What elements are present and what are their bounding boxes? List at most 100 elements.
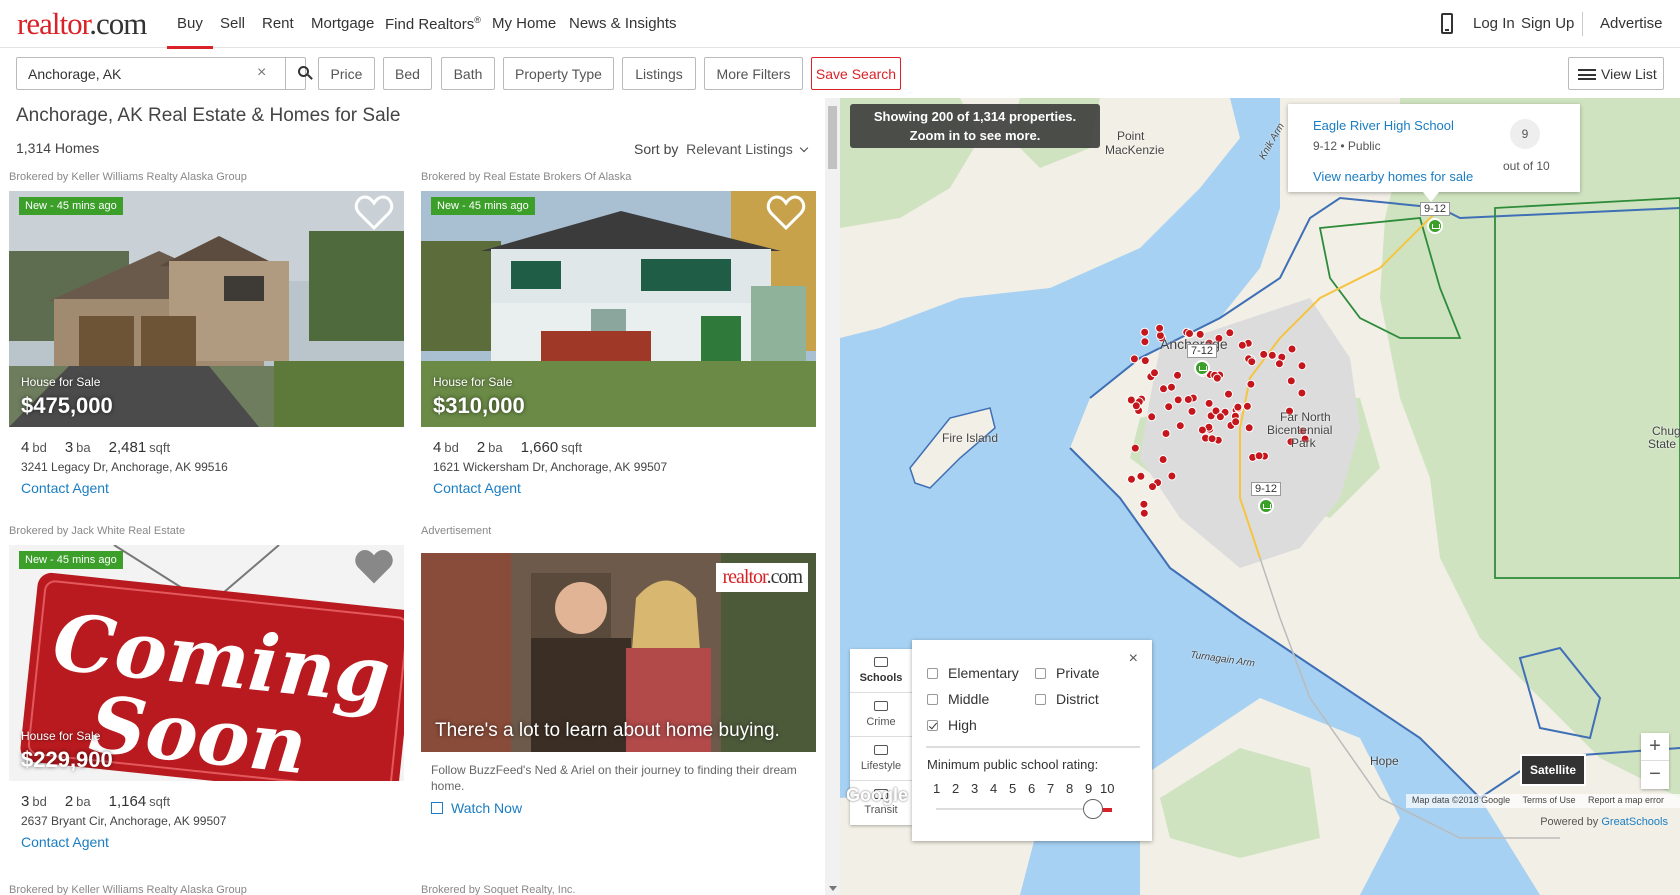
listing-marker[interactable]	[1197, 425, 1207, 435]
listing-address[interactable]: 1621 Wickersham Dr, Anchorage, AK 99507	[421, 460, 816, 474]
school-pin[interactable]: 9-12	[1420, 202, 1451, 234]
listing-marker[interactable]	[1136, 471, 1146, 481]
advertisement-card[interactable]: Advertisement realtor.com There's a lot …	[421, 525, 816, 816]
listing-marker[interactable]	[1150, 368, 1159, 378]
listing-marker[interactable]	[1161, 429, 1171, 438]
bath-filter-button[interactable]: Bath	[441, 57, 495, 90]
listing-marker[interactable]	[1231, 417, 1241, 427]
ad-image[interactable]: realtor.com There's a lot to learn about…	[421, 553, 816, 752]
listing-marker[interactable]	[1233, 402, 1243, 412]
zoom-out-button[interactable]: −	[1641, 761, 1669, 789]
mobile-phone-icon[interactable]	[1441, 13, 1453, 34]
listing-marker[interactable]	[1147, 412, 1157, 422]
listing-marker[interactable]	[1237, 340, 1247, 350]
heart-icon[interactable]	[766, 195, 806, 231]
listing-marker[interactable]	[1242, 401, 1252, 411]
crime-layer-button[interactable]: Crime	[850, 693, 912, 737]
advertise-link[interactable]: Advertise	[1600, 15, 1663, 32]
listing-marker[interactable]	[1140, 337, 1150, 347]
listing-marker[interactable]	[1286, 376, 1296, 386]
listing-photo[interactable]: Coming Soon New - 45 mins ago House for …	[9, 545, 404, 781]
more-filters-button[interactable]: More Filters	[704, 57, 803, 90]
listing-address[interactable]: 3241 Legacy Dr, Anchorage, AK 99516	[9, 460, 404, 474]
listing-marker[interactable]	[1139, 499, 1149, 509]
listing-marker[interactable]	[1167, 471, 1177, 481]
school-pin[interactable]: 9-12	[1251, 482, 1282, 514]
listing-address[interactable]: 2637 Bryant Cir, Anchorage, AK 99507	[9, 814, 404, 828]
listing-photo[interactable]: New - 45 mins ago House for Sale $475,00…	[9, 191, 404, 427]
save-search-button[interactable]: Save Search	[811, 57, 901, 90]
report-map-error-link[interactable]: Report a map error	[1588, 795, 1664, 805]
lifestyle-layer-button[interactable]: Lifestyle	[850, 737, 912, 781]
school-name-link[interactable]: Eagle River High School	[1313, 118, 1454, 133]
middle-checkbox[interactable]: Middle	[927, 691, 989, 707]
listings-filter-button[interactable]: Listings	[622, 57, 696, 90]
contact-agent-link[interactable]: Contact Agent	[421, 480, 816, 496]
listing-marker[interactable]	[1244, 423, 1254, 433]
schools-layer-button[interactable]: Schools	[850, 649, 912, 693]
scroll-thumb[interactable]	[828, 106, 837, 169]
listing-marker[interactable]	[1167, 382, 1176, 392]
listing-marker[interactable]	[1130, 443, 1140, 453]
nav-sell[interactable]: Sell	[220, 15, 245, 32]
sort-dropdown[interactable]: Sort by Relevant Listings	[634, 141, 808, 157]
listing-marker[interactable]	[1287, 344, 1297, 354]
listing-marker[interactable]	[1183, 395, 1193, 404]
listing-marker[interactable]	[1140, 327, 1150, 337]
nav-find-realtors[interactable]: Find Realtors®	[385, 15, 481, 33]
heart-icon[interactable]	[354, 549, 394, 585]
listing-marker[interactable]	[1173, 370, 1182, 380]
listing-marker[interactable]	[1259, 349, 1269, 359]
listing-marker[interactable]	[1297, 388, 1307, 398]
nav-mortgage[interactable]: Mortgage	[311, 15, 374, 32]
listing-marker[interactable]	[1187, 406, 1197, 416]
listing-card[interactable]: Brokered by Jack White Real Estate Comin…	[9, 525, 404, 850]
private-checkbox[interactable]: Private	[1035, 665, 1100, 681]
listing-marker[interactable]	[1297, 361, 1307, 371]
map-view[interactable]: Showing 200 of 1,314 properties. Zoom in…	[840, 98, 1680, 895]
listing-marker[interactable]	[1127, 474, 1136, 484]
bed-filter-button[interactable]: Bed	[383, 57, 432, 90]
listings-scrollbar[interactable]	[825, 98, 840, 895]
rating-slider-handle[interactable]	[1083, 799, 1103, 819]
listing-marker[interactable]	[1274, 359, 1284, 369]
listing-marker[interactable]	[1254, 451, 1264, 461]
school-pin[interactable]: 7-12	[1187, 344, 1218, 376]
listing-marker[interactable]	[1129, 354, 1139, 364]
nav-buy[interactable]: Buy	[167, 15, 213, 49]
property-type-filter-button[interactable]: Property Type	[503, 57, 614, 90]
listing-marker[interactable]	[1159, 384, 1168, 394]
listing-card[interactable]: Brokered by Real Estate Brokers Of Alask…	[421, 171, 816, 496]
listing-marker[interactable]	[1158, 455, 1168, 464]
nav-news-insights[interactable]: News & Insights	[569, 15, 677, 32]
login-link[interactable]: Log In	[1473, 15, 1515, 32]
listing-marker[interactable]	[1246, 379, 1256, 389]
district-checkbox[interactable]: District	[1035, 691, 1099, 707]
watch-now-link[interactable]: Watch Now	[421, 800, 816, 816]
listing-marker[interactable]	[1148, 482, 1157, 492]
satellite-toggle-button[interactable]: Satellite	[1522, 756, 1584, 784]
price-filter-button[interactable]: Price	[318, 57, 375, 90]
contact-agent-link[interactable]: Contact Agent	[9, 834, 404, 850]
listing-card[interactable]: Brokered by Keller Williams Realty Alask…	[9, 171, 404, 496]
listing-marker[interactable]	[1155, 323, 1165, 333]
view-list-button[interactable]: View List	[1568, 57, 1664, 90]
listing-marker[interactable]	[1267, 350, 1277, 360]
nav-my-home[interactable]: My Home	[492, 15, 556, 32]
clear-icon[interactable]: ×	[257, 64, 266, 82]
terms-of-use-link[interactable]: Terms of Use	[1522, 795, 1575, 805]
listing-marker[interactable]	[1215, 412, 1225, 422]
listing-marker[interactable]	[1224, 389, 1233, 399]
elementary-checkbox[interactable]: Elementary	[927, 665, 1019, 681]
realtor-logo[interactable]: realtor.com	[17, 6, 147, 42]
listing-marker[interactable]	[1131, 401, 1141, 411]
listing-marker[interactable]	[1175, 421, 1185, 431]
listing-marker[interactable]	[1164, 402, 1174, 412]
search-input[interactable]	[17, 58, 257, 89]
listing-marker[interactable]	[1207, 434, 1217, 444]
view-nearby-homes-link[interactable]: View nearby homes for sale	[1313, 169, 1473, 184]
contact-agent-link[interactable]: Contact Agent	[9, 480, 404, 496]
listing-marker[interactable]	[1247, 357, 1257, 367]
listing-marker[interactable]	[1204, 398, 1214, 408]
scroll-down-arrow[interactable]	[829, 886, 837, 891]
